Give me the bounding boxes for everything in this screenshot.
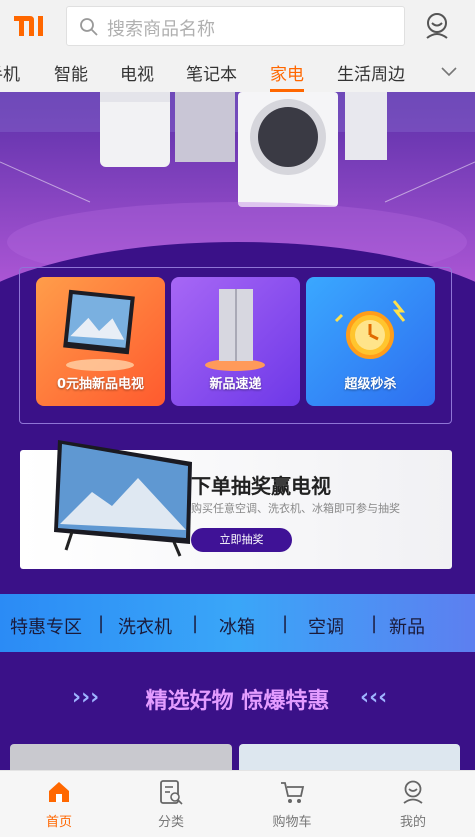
lottery-title: 下单抽奖赢电视: [191, 474, 331, 498]
category-tabs: 手机 智能 电视 笔记本 家电 生活周边: [0, 52, 475, 92]
tv-icon: [54, 440, 192, 557]
tab-home[interactable]: 首页: [0, 771, 118, 837]
promo-card-tv[interactable]: 0元抽新品电视: [36, 277, 165, 406]
tab-mine[interactable]: 我的: [354, 771, 472, 837]
tab-lifestyle[interactable]: 生活周边: [337, 60, 405, 92]
strip-divider: |: [282, 613, 289, 634]
draw-now-button[interactable]: 立即抽奖: [191, 528, 292, 552]
alarm-clock-icon: [334, 300, 406, 359]
main-content: 0元抽新品电视 新品速递 超级秒杀 下单抽奖赢电视 购买任意空调、洗衣机、冰箱即…: [0, 92, 475, 770]
tab-category[interactable]: 分类: [112, 771, 230, 837]
strip-item-specials[interactable]: 特惠专区: [10, 613, 82, 639]
strip-item-washer[interactable]: 洗衣机: [118, 613, 172, 639]
mi-logo-icon[interactable]: [12, 10, 52, 42]
tab-tv[interactable]: 电视: [120, 60, 154, 92]
tab-label: 我的: [399, 815, 426, 830]
search-placeholder: 搜索商品名称: [107, 19, 215, 40]
search-input[interactable]: 搜索商品名称: [66, 6, 405, 46]
promo-section: 0元抽新品电视 新品速递 超级秒杀: [19, 267, 452, 424]
strip-item-ac[interactable]: 空调: [308, 613, 344, 639]
tab-laptop[interactable]: 笔记本: [186, 60, 237, 92]
strip-item-fridge[interactable]: 冰箱: [219, 613, 255, 639]
promo-label: 超级秒杀: [344, 377, 397, 392]
category-icon: [160, 780, 183, 805]
category-strip: 特惠专区 | 洗衣机 | 冰箱 | 空调 | 新品: [0, 594, 475, 652]
promo-label: 0元抽新品电视: [56, 377, 145, 392]
product-card[interactable]: [239, 744, 460, 770]
tab-label: 首页: [45, 815, 72, 830]
tab-label: 分类: [157, 815, 184, 830]
section-title: 精选好物 惊爆特惠: [145, 689, 330, 714]
tab-label: 购物车: [272, 815, 312, 830]
user-icon[interactable]: [421, 10, 453, 42]
lottery-subtitle: 购买任意空调、洗衣机、冰箱即可参与抽奖: [191, 502, 400, 515]
strip-divider: |: [98, 613, 105, 634]
user-icon: [403, 780, 423, 804]
promo-label: 新品速递: [209, 377, 262, 392]
strip-divider: |: [192, 613, 199, 634]
home-icon: [49, 782, 69, 802]
chevron-left-decor-icon: ‹‹‹: [360, 685, 388, 710]
fridge-icon: [205, 289, 265, 371]
strip-item-new[interactable]: 新品: [389, 613, 425, 639]
search-icon: [80, 18, 98, 36]
header: 搜索商品名称: [0, 0, 475, 52]
tab-phone[interactable]: 手机: [0, 60, 20, 92]
tv-icon: [63, 289, 135, 371]
tab-smart[interactable]: 智能: [54, 60, 88, 92]
promo-card-flash[interactable]: 超级秒杀: [306, 277, 435, 406]
cart-icon: [281, 782, 305, 803]
chevron-down-icon[interactable]: [438, 60, 460, 82]
lottery-banner[interactable]: 下单抽奖赢电视 购买任意空调、洗衣机、冰箱即可参与抽奖 立即抽奖: [20, 440, 452, 569]
tab-cart[interactable]: 购物车: [233, 771, 351, 837]
tab-appliances[interactable]: 家电: [270, 60, 304, 92]
bottom-tabbar: 首页 分类 购物车 我的: [0, 770, 475, 837]
promo-card-new[interactable]: 新品速递: [171, 277, 300, 406]
product-card[interactable]: [10, 744, 232, 770]
strip-divider: |: [371, 613, 378, 634]
